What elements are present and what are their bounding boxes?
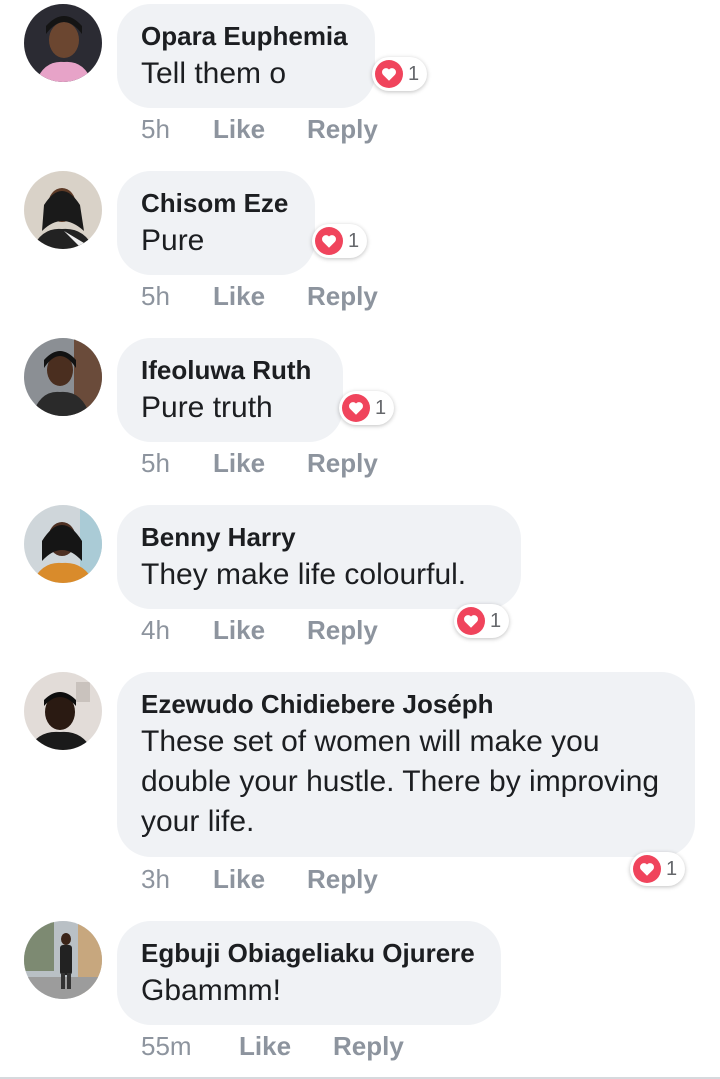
comment-text: Tell them o [141, 57, 287, 90]
comment-bubble: Benny Harry They make life colourful. [117, 505, 521, 609]
profile-photo [24, 505, 102, 583]
reaction-count-value: 1 [348, 229, 360, 252]
commenter-name[interactable]: Egbuji Obiageliaku Ojurere [141, 937, 475, 969]
reply-button[interactable]: Reply [307, 864, 378, 895]
comment-time: 55m [141, 1031, 192, 1061]
avatar[interactable] [24, 505, 102, 583]
profile-photo [24, 4, 102, 82]
comment-time: 5h [141, 114, 170, 144]
like-button[interactable]: Like [213, 615, 307, 646]
like-button[interactable]: Like [239, 1031, 333, 1062]
profile-photo [24, 921, 102, 999]
like-button[interactable]: Like [213, 114, 307, 145]
commenter-name[interactable]: Ifeoluwa Ruth [141, 354, 317, 386]
heart-icon [342, 394, 370, 422]
comment-actions: 55m Like Reply [141, 1031, 404, 1062]
profile-photo [24, 672, 102, 750]
comment-actions: 3h Like Reply [141, 864, 378, 895]
comment-text: Pure truth [141, 391, 273, 424]
reaction-count[interactable]: 1 [372, 57, 428, 91]
reply-button[interactable]: Reply [333, 1031, 404, 1062]
comment-time: 3h [141, 864, 170, 894]
comment-text: Pure [141, 224, 205, 257]
heart-icon [315, 227, 343, 255]
reaction-count[interactable]: 1 [312, 224, 368, 258]
reply-button[interactable]: Reply [307, 615, 378, 646]
reaction-count-value: 1 [490, 609, 502, 632]
like-button[interactable]: Like [213, 864, 307, 895]
comment-bubble: Ifeoluwa Ruth Pure truth [117, 338, 343, 442]
reply-button[interactable]: Reply [307, 448, 378, 479]
comment-text: They make life colourful. [141, 558, 467, 591]
comment-actions: 5h Like Reply [141, 448, 378, 479]
comment-text: These set of women will make you double … [141, 725, 660, 838]
like-button[interactable]: Like [213, 281, 307, 312]
reaction-count[interactable]: 1 [454, 604, 510, 638]
reply-button[interactable]: Reply [307, 281, 378, 312]
reaction-count[interactable]: 1 [630, 852, 686, 886]
avatar[interactable] [24, 672, 102, 750]
reaction-count-value: 1 [408, 62, 420, 85]
comment-time: 5h [141, 281, 170, 311]
comment-time: 4h [141, 615, 170, 645]
reply-button[interactable]: Reply [307, 114, 378, 145]
reaction-count[interactable]: 1 [339, 391, 395, 425]
comment-bubble: Ezewudo Chidiebere Joséph These set of w… [117, 672, 695, 857]
like-button[interactable]: Like [213, 448, 307, 479]
commenter-name[interactable]: Benny Harry [141, 521, 495, 553]
heart-icon [375, 60, 403, 88]
commenter-name[interactable]: Opara Euphemia [141, 20, 349, 52]
comment-actions: 5h Like Reply [141, 114, 378, 145]
avatar[interactable] [24, 338, 102, 416]
comment-bubble: Chisom Eze Pure [117, 171, 315, 275]
reaction-count-value: 1 [375, 396, 387, 419]
reaction-count-value: 1 [666, 857, 678, 880]
commenter-name[interactable]: Chisom Eze [141, 187, 289, 219]
comment-actions: 4h Like Reply [141, 615, 378, 646]
comment-bubble: Opara Euphemia Tell them o [117, 4, 375, 108]
avatar[interactable] [24, 921, 102, 999]
comment-time: 5h [141, 448, 170, 478]
comment-bubble: Egbuji Obiageliaku Ojurere Gbammm! [117, 921, 501, 1025]
comment-text: Gbammm! [141, 974, 282, 1007]
avatar[interactable] [24, 4, 102, 82]
heart-icon [633, 855, 661, 883]
comment-actions: 5h Like Reply [141, 281, 378, 312]
commenter-name[interactable]: Ezewudo Chidiebere Joséph [141, 688, 669, 720]
profile-photo [24, 171, 102, 249]
heart-icon [457, 607, 485, 635]
avatar[interactable] [24, 171, 102, 249]
profile-photo [24, 338, 102, 416]
